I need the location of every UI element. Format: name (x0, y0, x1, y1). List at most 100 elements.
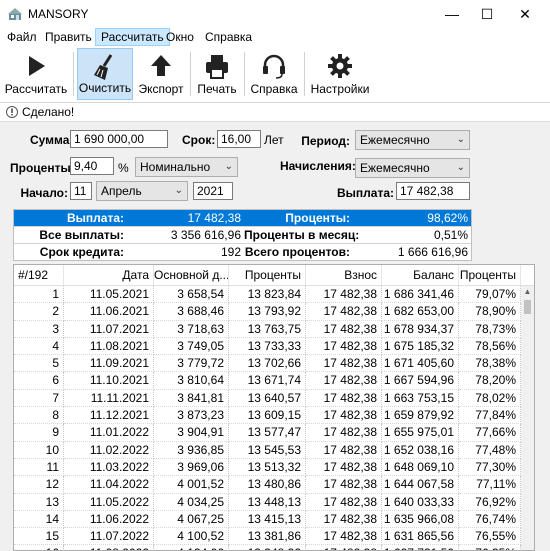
cell-col-payment: 17 482,38 (306, 510, 382, 529)
menu-help[interactable]: Справка (200, 28, 257, 46)
table-row[interactable]: 6 11.10.2021 3 810,64 13 671,74 17 482,38 1 6… (14, 372, 521, 390)
cell-col-payment: 17 482,38 (306, 458, 382, 477)
menu-window[interactable]: Окно (161, 28, 199, 46)
cell-col-percent: 76,35% (459, 545, 521, 550)
header-col-payment[interactable]: Взнос (306, 265, 382, 285)
vertical-scrollbar[interactable]: ▲ (521, 286, 534, 550)
export-button[interactable]: Экспорт (136, 48, 186, 100)
clear-button[interactable]: Очистить (77, 48, 133, 100)
accrual-select[interactable]: Ежемесячно ⌄ (355, 158, 470, 178)
cell-col-date: 11.08.2021 (64, 337, 154, 356)
table-row[interactable]: 1 11.05.2021 3 658,54 13 823,84 17 482,38 1 6… (14, 286, 521, 304)
cell-col-balance: 1 640 033,33 (382, 493, 459, 511)
cell-col-principal: 3 779,72 (154, 355, 229, 373)
table-row[interactable]: 12 11.04.2022 4 001,52 13 480,86 17 482,38 1 … (14, 476, 521, 494)
cell-col-principal: 3 969,06 (154, 458, 229, 477)
start-year-input[interactable]: 2021 (193, 182, 233, 200)
start-day-input[interactable]: 11 (70, 182, 92, 200)
start-label: Начало: (20, 186, 68, 200)
header-col-interest[interactable]: Проценты (229, 265, 306, 285)
table-header: #/192 Дата Основной д... Проценты Взнос Балан… (14, 265, 534, 286)
rate-type-select[interactable]: Номинально ⌄ (135, 157, 238, 177)
cell-col-index: 16 (14, 545, 64, 550)
cell-col-interest: 13 381,86 (229, 528, 306, 546)
scroll-thumb[interactable] (524, 300, 531, 314)
arrow-up-icon (151, 55, 171, 76)
close-button[interactable]: ✕ (505, 0, 545, 28)
cell-col-date: 11.08.2022 (64, 545, 154, 550)
cell-col-percent: 79,07% (459, 286, 521, 304)
cell-col-payment: 17 482,38 (306, 545, 382, 550)
print-button[interactable]: Печать (194, 48, 240, 100)
cell-col-interest: 13 793,92 (229, 303, 306, 321)
menu-file[interactable]: Файл (2, 28, 42, 46)
table-row[interactable]: 7 11.11.2021 3 841,81 13 640,57 17 482,38 1 6… (14, 389, 521, 408)
cell-col-balance: 1 667 594,96 (382, 372, 459, 390)
cell-col-interest: 13 702,66 (229, 355, 306, 373)
summary-value: 17 482,38 (187, 211, 241, 225)
summary-row: Срок кредита: 192 Всего процентов: 1 666… (14, 244, 471, 260)
header-col-balance[interactable]: Баланс (382, 265, 459, 285)
cell-col-percent: 78,56% (459, 337, 521, 356)
table-row[interactable]: 10 11.02.2022 3 936,85 13 545,53 17 482,38 1 … (14, 441, 521, 459)
summary-panel: Выплата: 17 482,38 Проценты: 98,62% Все … (13, 209, 472, 261)
term-input[interactable]: 16,00 (217, 130, 261, 148)
table-row[interactable]: 11 11.03.2022 3 969,06 13 513,32 17 482,38 1 … (14, 458, 521, 477)
table-row[interactable]: 15 11.07.2022 4 100,52 13 381,86 17 482,38 1 … (14, 528, 521, 546)
help-button[interactable]: Справка (248, 48, 300, 100)
table-row[interactable]: 4 11.08.2021 3 749,05 13 733,33 17 482,38 1 6… (14, 337, 521, 356)
payment-input[interactable]: 17 482,38 (396, 182, 470, 200)
cell-col-payment: 17 482,38 (306, 493, 382, 511)
cell-col-interest: 13 763,75 (229, 320, 306, 338)
cell-col-payment: 17 482,38 (306, 337, 382, 356)
cell-col-balance: 1 627 731,50 (382, 545, 459, 550)
table-row[interactable]: 2 11.06.2021 3 688,46 13 793,92 17 482,38 1 6… (14, 303, 521, 321)
sum-input[interactable]: 1 690 000,00 (70, 130, 168, 148)
cell-col-payment: 17 482,38 (306, 389, 382, 408)
summary-value: 1 666 616,96 (397, 245, 468, 259)
table-row[interactable]: 14 11.06.2022 4 067,25 13 415,13 17 482,38 1 … (14, 510, 521, 529)
menu-calculate[interactable]: Рассчитать (95, 28, 170, 46)
cell-col-interest: 13 348,32 (229, 545, 306, 550)
cell-col-date: 11.09.2021 (64, 355, 154, 373)
header-col-percent[interactable]: Проценты (459, 265, 521, 285)
header-col-index[interactable]: #/192 (14, 265, 64, 285)
cell-col-balance: 1 652 038,16 (382, 441, 459, 459)
calculate-button[interactable]: Рассчитать (2, 48, 70, 100)
start-month-value: Апрель (101, 184, 142, 198)
scroll-up-icon[interactable]: ▲ (521, 286, 534, 298)
schedule-table: #/192 Дата Основной д... Проценты Взнос Балан… (13, 264, 535, 551)
cell-col-percent: 76,55% (459, 528, 521, 546)
cell-col-payment: 17 482,38 (306, 355, 382, 373)
cell-col-balance: 1 635 966,08 (382, 510, 459, 529)
summary-label: Выплата: (66, 211, 124, 225)
header-col-principal[interactable]: Основной д... (154, 265, 229, 285)
maximize-button[interactable]: ☐ (467, 0, 507, 28)
play-icon (29, 56, 45, 76)
cell-col-date: 11.04.2022 (64, 476, 154, 494)
table-row[interactable]: 9 11.01.2022 3 904,91 13 577,47 17 482,38 1 6… (14, 424, 521, 442)
table-row[interactable]: 1611.08.20224 134,0613 348,3217 482,381 … (14, 545, 521, 550)
cell-col-date: 11.03.2022 (64, 458, 154, 477)
table-row[interactable]: 8 11.12.2021 3 873,23 13 609,15 17 482,38 1 6… (14, 407, 521, 425)
period-label: Период: (301, 134, 350, 148)
cell-col-principal: 3 688,46 (154, 303, 229, 321)
menu-edit[interactable]: Править (40, 28, 97, 46)
cell-col-percent: 77,66% (459, 424, 521, 442)
header-col-date[interactable]: Дата (64, 265, 154, 285)
settings-button[interactable]: Настройки (308, 48, 372, 100)
table-row[interactable]: 3 11.07.2021 3 718,63 13 763,75 17 482,38 1 6… (14, 320, 521, 338)
table-row[interactable]: 5 11.09.2021 3 779,72 13 702,66 17 482,38 1 6… (14, 355, 521, 373)
percent-input[interactable]: 9,40 (70, 157, 114, 175)
accrual-label: Начисления: (280, 159, 356, 173)
minimize-button[interactable]: — (432, 0, 472, 28)
table-row[interactable]: 13 11.05.2022 4 034,25 13 448,13 17 482,38 1 … (14, 493, 521, 511)
cell-col-percent: 78,73% (459, 320, 521, 338)
period-value: Ежемесячно (360, 133, 430, 147)
start-month-select[interactable]: Апрель ⌄ (96, 181, 188, 201)
cell-col-balance: 1 659 879,92 (382, 407, 459, 425)
cell-col-index: 3 (14, 320, 64, 338)
cell-col-percent: 77,11% (459, 476, 521, 494)
period-select[interactable]: Ежемесячно ⌄ (355, 130, 470, 150)
summary-value: 0,51% (433, 228, 468, 242)
